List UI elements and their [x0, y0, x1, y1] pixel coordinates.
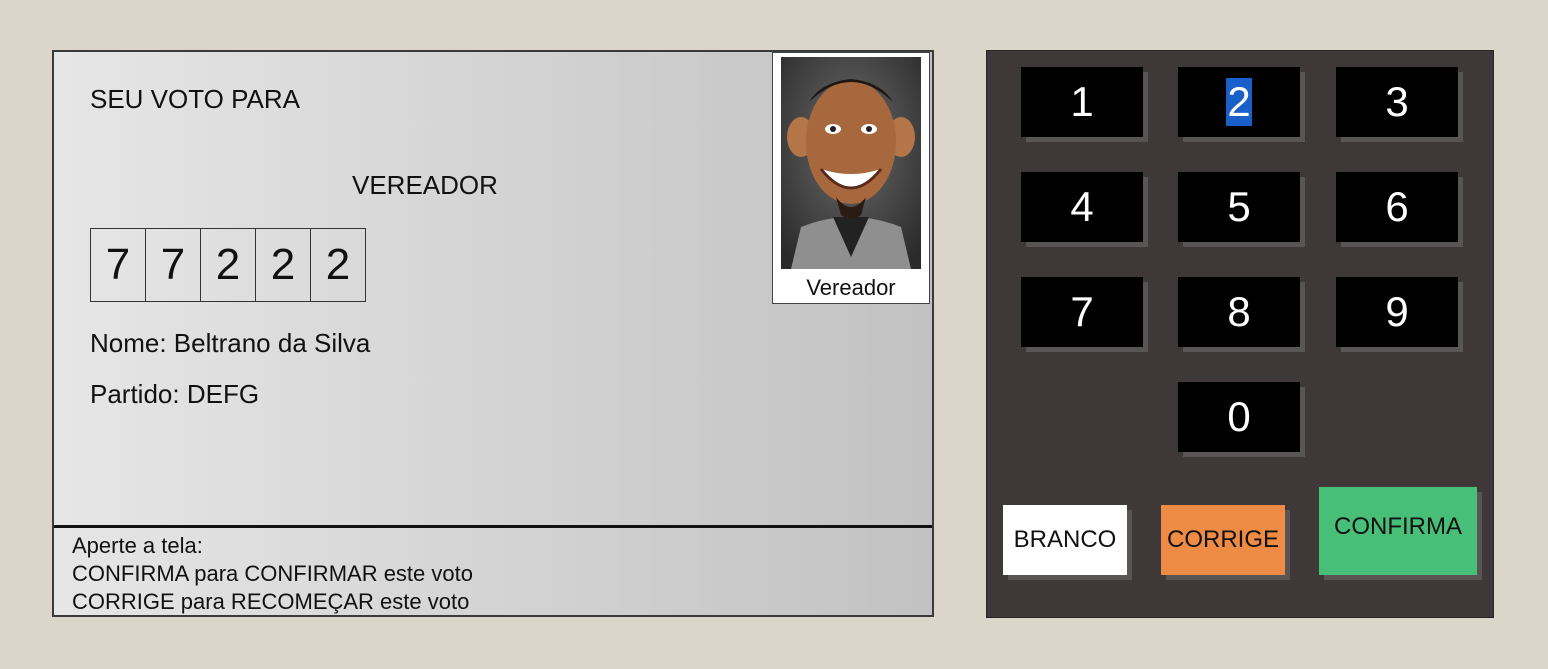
role-label: VEREADOR: [352, 170, 498, 200]
key-7[interactable]: 7: [1021, 277, 1143, 347]
digit-box: 7: [145, 228, 201, 302]
vote-number-boxes: 7 7 2 2 2: [90, 228, 366, 302]
branco-button[interactable]: BRANCO: [1003, 505, 1127, 575]
digit-box: 2: [255, 228, 311, 302]
key-2-label: 2: [1226, 78, 1252, 126]
candidate-photo: Vereador: [772, 52, 930, 304]
key-4[interactable]: 4: [1021, 172, 1143, 242]
key-2[interactable]: 2: [1178, 67, 1300, 137]
key-1[interactable]: 1: [1021, 67, 1143, 137]
keypad: 1 2 3 4 5 6 7 8 9 0 BRANCO CORRIGE CONFI…: [986, 50, 1494, 618]
voting-screen: SEU VOTO PARA VEREADOR 7 7 2 2 2 Nome: B…: [52, 50, 934, 617]
confirma-button[interactable]: CONFIRMA: [1319, 487, 1477, 575]
key-5[interactable]: 5: [1178, 172, 1300, 242]
key-9[interactable]: 9: [1336, 277, 1458, 347]
key-3[interactable]: 3: [1336, 67, 1458, 137]
instruction-line: CONFIRMA para CONFIRMAR este voto: [72, 561, 473, 586]
photo-caption: Vereador: [806, 275, 896, 300]
digit-box: 7: [90, 228, 146, 302]
key-6[interactable]: 6: [1336, 172, 1458, 242]
candidate-name: Nome: Beltrano da Silva: [90, 328, 371, 358]
instructions-footer: Aperte a tela: CONFIRMA para CONFIRMAR e…: [54, 525, 932, 615]
key-0[interactable]: 0: [1178, 382, 1300, 452]
key-8[interactable]: 8: [1178, 277, 1300, 347]
digit-box: 2: [200, 228, 256, 302]
digit-box: 2: [310, 228, 366, 302]
corrige-button[interactable]: CORRIGE: [1161, 505, 1285, 575]
candidate-caricature-image: [781, 57, 921, 269]
candidate-party: Partido: DEFG: [90, 379, 260, 409]
instruction-line: Aperte a tela:: [72, 533, 203, 558]
screen-title: SEU VOTO PARA: [90, 84, 300, 114]
instruction-line: CORRIGE para RECOMEÇAR este voto: [72, 589, 470, 614]
